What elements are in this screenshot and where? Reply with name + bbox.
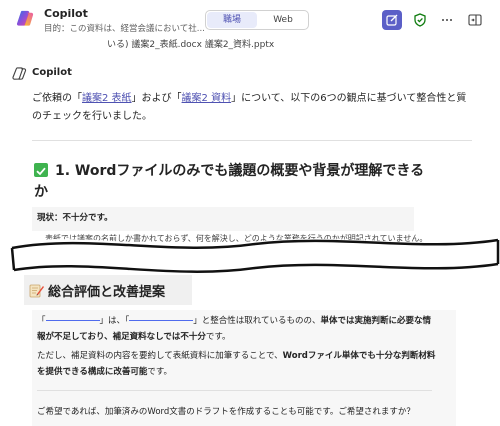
intro-mid: 」および「: [131, 93, 182, 104]
more-icon: [442, 19, 452, 21]
conversation-subtitle[interactable]: 目的：この資料は、経営会議において社...: [44, 22, 205, 34]
summary-paragraph-1: 「」は、「 」と整合性は取れているものの、単体では実施判断に必要な情報が不足してお…: [37, 313, 437, 345]
redacted-link[interactable]: [129, 320, 194, 321]
tab-work[interactable]: 職場: [207, 12, 257, 28]
check-mark-icon: [34, 163, 48, 177]
intro-paragraph: ご依頼の「議案2 表紙」および「議案2 資料」について、以下の6つの観点に基づい…: [32, 90, 472, 126]
new-chat-button[interactable]: [382, 10, 402, 30]
divider: [37, 390, 432, 391]
text-fragment: 」は、「: [99, 316, 130, 326]
tab-web[interactable]: Web: [259, 12, 307, 28]
link-agenda2-material[interactable]: 議案2 資料: [182, 93, 232, 104]
redacted-link[interactable]: [45, 320, 100, 321]
app-title: Copilot: [44, 7, 88, 20]
summary-question: ご希望であれば、加筆済みのWord文書のドラフトを作成することも可能です。ご希望…: [37, 407, 415, 417]
shield-check-icon: [414, 13, 426, 27]
text-fragment: です。: [205, 332, 231, 342]
text-fragment: 」と整合性は取れているものの、: [193, 316, 321, 326]
intro-pre: ご依頼の「: [32, 93, 82, 104]
divider: [32, 140, 472, 141]
section2-heading: 総合評価と改善提案: [48, 285, 166, 300]
text-fragment: です。: [147, 367, 172, 377]
copilot-label: Copilot: [32, 67, 72, 78]
memo-pencil-icon: [29, 284, 44, 298]
attached-files-text: いる) 議案2_表紙.docx 議案2_資料.pptx: [107, 40, 275, 50]
work-web-toggle: 職場 Web: [205, 10, 309, 30]
section1-heading-cont: か: [34, 184, 48, 200]
protection-button[interactable]: [410, 10, 430, 30]
more-options-button[interactable]: [437, 10, 457, 30]
new-chat-icon: [386, 14, 398, 26]
text-fragment: 「: [37, 316, 46, 326]
link-agenda2-cover[interactable]: 議案2 表紙: [82, 93, 132, 104]
text-fragment: ただし、補足資料の内容を要約して表紙資料に加筆することで、: [37, 351, 283, 361]
copilot-icon: [12, 67, 27, 80]
panel-icon: [468, 14, 482, 26]
copilot-logo-icon: [16, 10, 34, 26]
summary-paragraph-2: ただし、補足資料の内容を要約して表紙資料に加筆することで、Wordファイル単体で…: [37, 348, 437, 380]
side-panel-button[interactable]: [465, 10, 485, 30]
section1-heading: 1. Wordファイルのみでも議題の概要や背景が理解できる: [55, 163, 425, 179]
